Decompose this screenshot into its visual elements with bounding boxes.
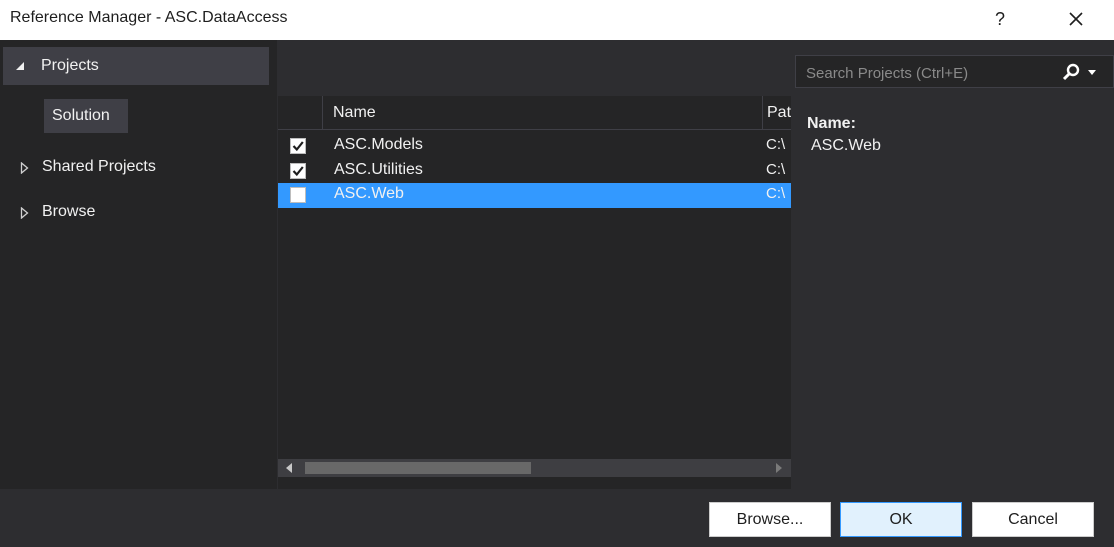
nav-item-label: Browse <box>42 203 96 220</box>
column-header-label: Name <box>333 104 376 121</box>
nav-item-browse[interactable]: Browse <box>0 197 270 227</box>
chevron-down-icon[interactable] <box>1088 70 1096 75</box>
close-button[interactable] <box>1061 4 1091 34</box>
row-checkbox[interactable] <box>290 187 306 203</box>
list-row[interactable]: ASC.Utilities C:\ <box>278 159 791 184</box>
nav-item-shared-projects[interactable]: Shared Projects <box>0 152 270 182</box>
list-row[interactable]: ASC.Models C:\ <box>278 134 791 159</box>
project-list: Name Path ASC.Models C:\ ASC.Utilities C… <box>278 96 792 489</box>
cancel-button[interactable]: Cancel <box>972 502 1094 537</box>
column-header-name[interactable]: Name <box>322 96 763 130</box>
column-header-label: Path <box>767 104 792 121</box>
search-box <box>795 55 1114 88</box>
nav-header-label: Projects <box>41 57 99 74</box>
row-path: C:\ <box>766 185 786 202</box>
details-name-value: ASC.Web <box>811 137 881 154</box>
row-checkbox[interactable] <box>290 138 306 154</box>
row-name: ASC.Web <box>334 185 404 202</box>
details-name-label: Name: <box>807 115 856 132</box>
expanded-triangle-icon <box>16 62 24 70</box>
collapsed-triangle-icon <box>20 207 29 219</box>
window-title: Reference Manager - ASC.DataAccess <box>10 9 288 26</box>
dialog-footer: Browse... OK Cancel <box>0 489 1114 547</box>
nav-item-solution[interactable]: Solution <box>44 99 128 133</box>
ok-button[interactable]: OK <box>840 502 962 537</box>
nav-item-label: Shared Projects <box>42 158 156 175</box>
collapsed-triangle-icon <box>20 162 29 174</box>
scroll-right-icon[interactable] <box>776 463 782 473</box>
row-name: ASC.Models <box>334 136 423 153</box>
checkmark-icon <box>292 141 304 152</box>
close-icon <box>1069 12 1083 26</box>
list-header: Name Path <box>278 96 792 130</box>
search-input[interactable] <box>804 60 1058 86</box>
title-bar: Reference Manager - ASC.DataAccess ? <box>0 0 1114 40</box>
row-checkbox[interactable] <box>290 163 306 179</box>
row-name: ASC.Utilities <box>334 161 423 178</box>
list-row-selected[interactable]: ASC.Web C:\ <box>278 183 791 208</box>
help-button[interactable]: ? <box>985 4 1015 34</box>
row-path: C:\ <box>766 161 786 178</box>
nav-header-projects[interactable]: Projects <box>3 47 269 85</box>
row-path: C:\ <box>766 136 786 153</box>
column-header-path[interactable]: Path <box>762 96 792 130</box>
nav-item-label: Solution <box>52 107 110 124</box>
nav-panel: Projects Solution Shared Projects Browse <box>0 40 277 489</box>
search-icon[interactable] <box>1062 63 1080 81</box>
browse-button[interactable]: Browse... <box>709 502 831 537</box>
scrollbar-thumb[interactable] <box>305 462 531 474</box>
horizontal-scrollbar[interactable] <box>278 459 791 477</box>
scroll-left-icon[interactable] <box>286 463 292 473</box>
checkmark-icon <box>292 166 304 177</box>
